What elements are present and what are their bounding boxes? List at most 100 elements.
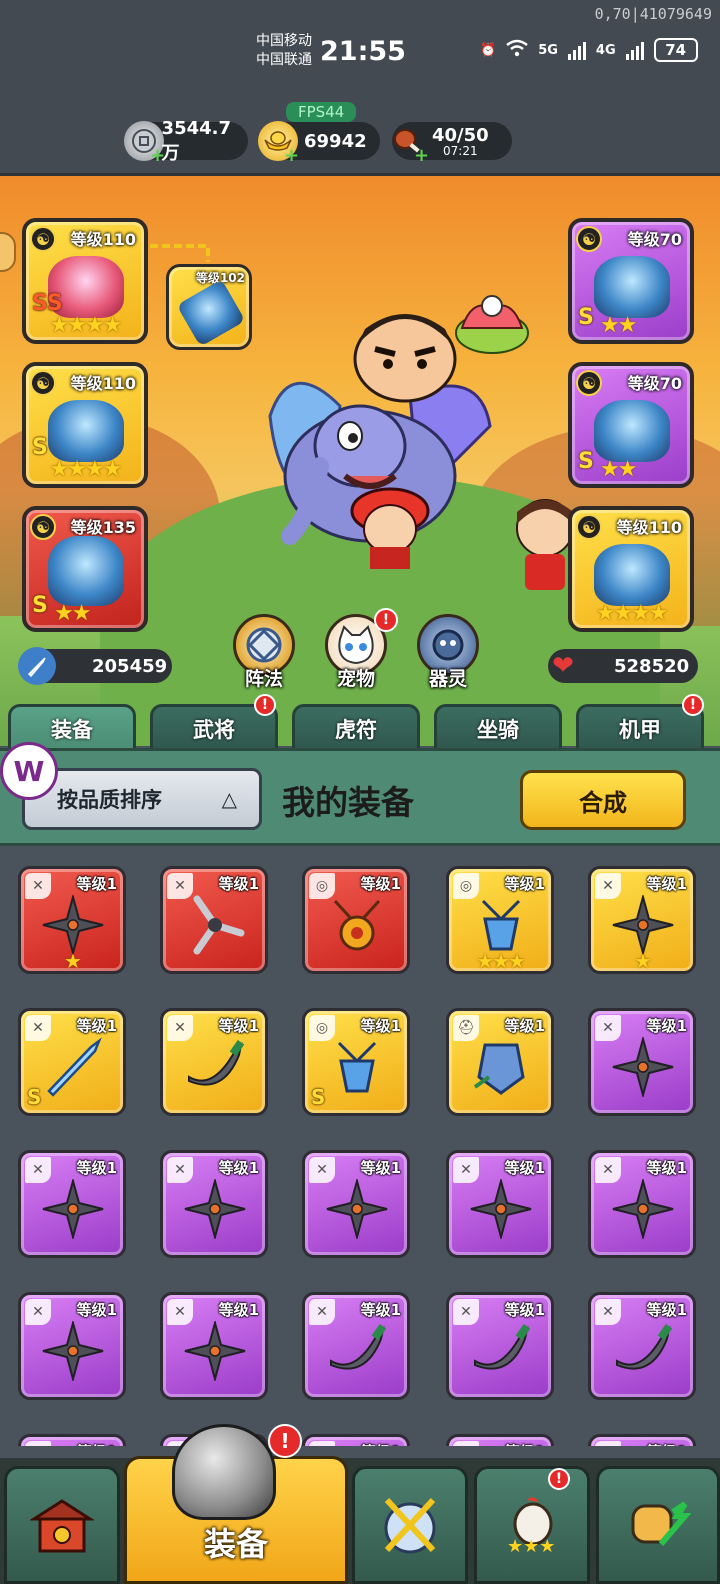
item-level: 等级1 <box>361 1441 401 1446</box>
star-rating: ★★★★ <box>49 313 123 338</box>
inventory-item[interactable]: ✕等级1 <box>302 1150 410 1258</box>
inventory-grid: ✕ 等级1 ★ ✕ 等级1 ◎ 等级1 ◎ 等级1 ★★★ ✕ 等级1 ★ ✕ 等级1 S ✕ 等级1 ◎ 等级1 S ⛑… <box>0 846 720 1446</box>
slot-level: 等级110 <box>70 230 136 249</box>
item-level: 等级1 <box>646 1017 687 1035</box>
yinyang-icon: ☯ <box>576 514 602 540</box>
pet-button[interactable]: 宠物 ! <box>322 608 398 691</box>
nav-rooster-button[interactable]: ★★★ <box>474 1466 590 1584</box>
inventory-item[interactable]: ✕等级1 <box>446 1434 554 1446</box>
hp-value: 528520 <box>614 655 690 677</box>
carrier-2: 中国联通 <box>256 52 312 68</box>
inventory-item[interactable]: ✕ 等级1 <box>302 1434 410 1446</box>
equip-slot-left-2[interactable]: ☯ 等级110 S ★★★★ <box>22 362 148 488</box>
inventory-item[interactable]: ✕等级1 <box>302 1292 410 1400</box>
item-stars: ★★★ <box>476 949 526 973</box>
net-5g-label: 5G <box>538 42 558 58</box>
inventory-item[interactable]: ✕等级1 <box>588 1008 696 1116</box>
armor-icon <box>467 1037 535 1097</box>
tab-mount[interactable]: 坐骑 <box>434 704 562 752</box>
item-rank: S <box>27 1085 42 1109</box>
signal-icon <box>567 40 586 60</box>
inventory-item[interactable]: ⛑ 等级1 <box>446 1008 554 1116</box>
item-type-icon: ✕ <box>25 1441 51 1446</box>
star-rating: ★★ <box>600 313 637 338</box>
equip-slot-weapon[interactable]: 等级102 <box>166 264 252 350</box>
inventory-item[interactable]: ✕等级1 <box>18 1434 126 1446</box>
equip-slot-right-3[interactable]: ☯ 等级110 ★★★★ <box>568 506 694 632</box>
nav-upgrade-button[interactable] <box>596 1466 720 1584</box>
gold-counter[interactable]: 69942 + <box>258 121 380 166</box>
inventory-item[interactable]: ◎ 等级1 S <box>302 1008 410 1116</box>
equip-slot-left-1[interactable]: ☯ 等级110 SS ★★★★ <box>22 218 148 344</box>
crown-helmet-icon <box>48 536 124 606</box>
stamina-value: 40/50 <box>432 124 489 146</box>
yinyang-icon: ☯ <box>30 370 56 396</box>
child-character <box>345 481 435 571</box>
spirit-button[interactable]: 器灵 <box>414 614 482 691</box>
inventory-item[interactable]: ✕等级1 <box>588 1434 696 1446</box>
add-gold-icon[interactable]: + <box>284 145 299 166</box>
inventory-item[interactable]: ✕等级1 <box>18 1292 126 1400</box>
item-level: 等级1 <box>76 1301 117 1319</box>
inventory-item[interactable]: ✕等级1 <box>160 1008 268 1116</box>
inventory-item[interactable]: ✕等级1 <box>18 1150 126 1258</box>
inventory-item[interactable]: ✕ 等级1 S <box>18 1008 126 1116</box>
triblade-icon <box>181 895 249 955</box>
inventory-item[interactable]: ✕等级1 <box>160 866 268 974</box>
chain-link-icon <box>148 232 218 266</box>
slot-level: 等级70 <box>627 230 682 249</box>
inventory-item[interactable]: ✕等级1 <box>446 1150 554 1258</box>
sort-label: 按品质排序 <box>57 788 162 812</box>
gauntlet-icon <box>594 400 670 462</box>
shuriken-icon <box>181 1321 249 1381</box>
star-rating: ★★★★ <box>595 601 669 626</box>
stamina-counter[interactable]: 40/50 07:21 + <box>392 122 512 166</box>
formation-button[interactable]: 阵法 <box>230 614 298 691</box>
inventory-item[interactable]: ✕等级1 <box>446 1292 554 1400</box>
equip-slot-left-3[interactable]: ☯ 等级135 S ★★ <box>22 506 148 632</box>
item-level: 等级1 <box>218 1159 259 1177</box>
equip-slot-right-2[interactable]: ☯ 等级70 S ★★ <box>568 362 694 488</box>
tab-tiger-tally[interactable]: 虎符 <box>292 704 420 752</box>
inventory-item[interactable]: ◎ 等级1 <box>302 866 410 974</box>
scimitar-icon <box>181 1037 249 1097</box>
item-level: 等级1 <box>504 1301 545 1319</box>
shuriken-icon <box>39 895 107 955</box>
debug-readout: 0,70|41079649 <box>594 5 712 23</box>
overlay-w-icon[interactable]: W <box>0 742 58 800</box>
carrier-1: 中国移动 <box>256 33 312 49</box>
inventory-item[interactable]: ✕等级1 <box>588 1292 696 1400</box>
stamina-timer: 07:21 <box>443 143 478 158</box>
item-type-icon: ✕ <box>309 1441 335 1446</box>
shuriken-icon <box>39 1321 107 1381</box>
sort-dropdown[interactable]: 按品质排序 △ <box>22 768 262 830</box>
yinyang-icon: ☯ <box>30 226 56 252</box>
svg-text:★★★: ★★★ <box>507 1536 555 1556</box>
clock: 21:55 <box>320 36 406 67</box>
nav-battle-button[interactable] <box>352 1466 468 1584</box>
inventory-item[interactable]: ✕等级1 <box>588 1150 696 1258</box>
nav-city-button[interactable] <box>4 1466 120 1584</box>
side-drawer-handle[interactable] <box>0 232 16 272</box>
silver-counter[interactable]: 3544.7万 + <box>124 118 248 166</box>
inventory-item[interactable]: ✕ 等级1 ★ <box>588 866 696 974</box>
combine-button[interactable]: 合成 <box>520 770 686 830</box>
alarm-icon: ⏰ <box>480 42 497 58</box>
chest-armor-icon <box>594 256 670 318</box>
inventory-item[interactable]: ✕ 等级1 ★ <box>18 866 126 974</box>
amulet-icon <box>48 400 124 462</box>
crossed-swords-icon <box>384 1497 436 1554</box>
item-type-icon: ✕ <box>595 1441 621 1446</box>
rooster-icon: ★★★ <box>507 1497 555 1556</box>
inventory-item[interactable]: ✕等级1 <box>160 1292 268 1400</box>
add-stamina-icon[interactable]: + <box>414 145 429 166</box>
equip-slot-right-1[interactable]: ☯ 等级70 S ★★ <box>568 218 694 344</box>
scimitar-icon <box>467 1321 535 1381</box>
yinyang-icon: ☯ <box>576 226 602 252</box>
hp-stat: ❤ 528520 <box>548 649 698 683</box>
inventory-item[interactable]: ✕等级1 <box>160 1150 268 1258</box>
add-silver-icon[interactable]: + <box>150 145 165 166</box>
inventory-item[interactable]: ◎ 等级1 ★★★ <box>446 866 554 974</box>
formation-label: 阵法 <box>244 668 283 690</box>
item-level: 等级1 <box>504 875 545 893</box>
